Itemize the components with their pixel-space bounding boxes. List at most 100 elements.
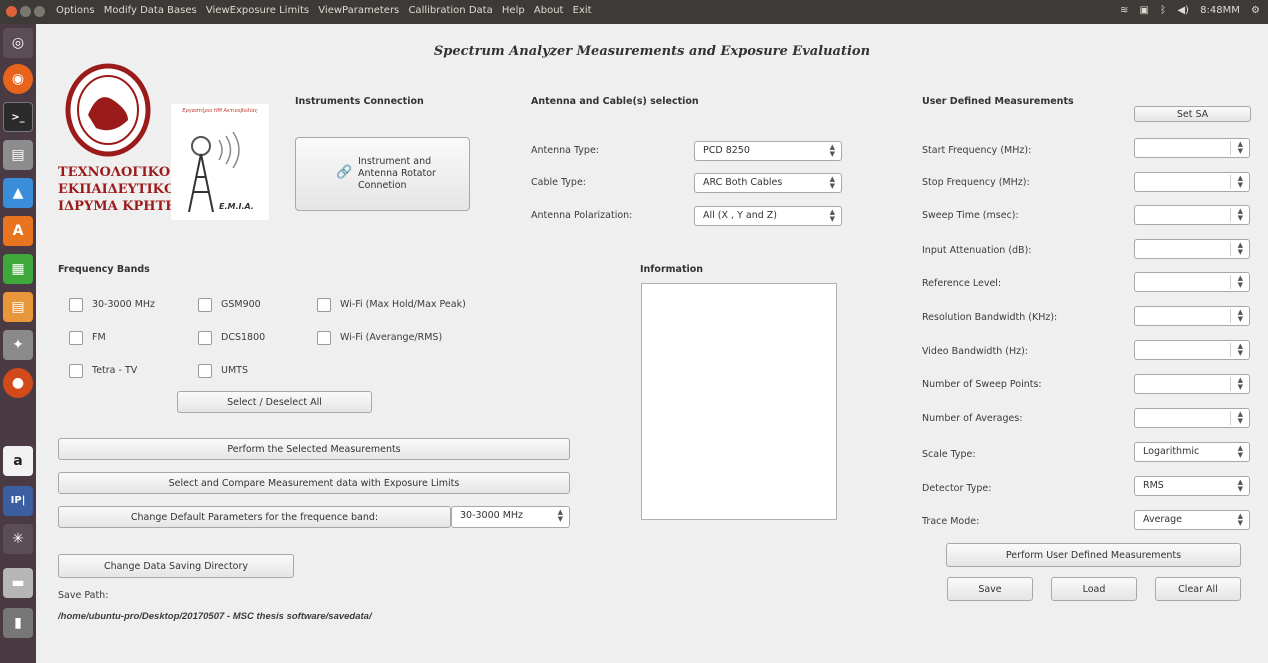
matlab-icon[interactable]: ●	[3, 368, 33, 398]
terminal-icon[interactable]: >_	[3, 102, 33, 132]
cable-type-label: Cable Type:	[531, 177, 587, 188]
institute-logo: ΤΕΧΝΟΛΟΓΙΚΟ ΕΚΠΑΙΔΕΥΤΙΚΟ ΙΔΡΥΜΑ ΚΡΗΤΗΣ	[58, 60, 187, 220]
band-select[interactable]: 30-3000 MHz ▲ ▼	[451, 506, 570, 528]
perform-measurements-button[interactable]: Perform the Selected Measurements	[58, 438, 570, 460]
software-center-icon[interactable]: A	[3, 216, 33, 246]
institute-seal-icon	[65, 63, 151, 157]
lab-logo: Εργαστήριο ΗΜ Ακτινοβολίας Ε.Μ.Ι.Α.	[171, 104, 269, 220]
scale-type-select[interactable]: Logarithmic ▲ ▼	[1134, 442, 1250, 462]
start-frequency-label: Start Frequency (MHz):	[922, 145, 1032, 156]
search-icon[interactable]: ◎	[3, 28, 33, 58]
video-bandwidth-label: Video Bandwidth (Hz):	[922, 346, 1028, 357]
files-icon[interactable]: ▤	[3, 140, 33, 170]
settings-tools-icon[interactable]: ✦	[3, 330, 33, 360]
band-gsm900-label: GSM900	[221, 299, 261, 310]
clock[interactable]: 8:48MM	[1200, 5, 1240, 16]
perform-user-measurements-button[interactable]: Perform User Defined Measurements	[946, 543, 1241, 567]
change-directory-button[interactable]: Change Data Saving Directory	[58, 554, 294, 578]
spin-arrows-icon[interactable]: ▲ ▼	[1238, 175, 1243, 189]
set-sa-button[interactable]: Set SA	[1134, 106, 1251, 122]
menu-view-exposure-limits[interactable]: ViewExposure Limits	[206, 5, 309, 16]
bluetooth-icon[interactable]: ᛒ	[1160, 5, 1166, 16]
usb-icon[interactable]: ▮	[3, 608, 33, 638]
spin-arrows-icon[interactable]: ▲ ▼	[1238, 377, 1243, 391]
trace-mode-select[interactable]: Average ▲ ▼	[1134, 510, 1250, 530]
band-tetra-tv-checkbox[interactable]	[69, 364, 83, 378]
band-gsm900-checkbox[interactable]	[198, 298, 212, 312]
instrument-connection-button[interactable]: 🔗 Instrument and Antenna Rotator Conneti…	[295, 137, 470, 211]
band-umts-label: UMTS	[221, 365, 248, 376]
maximize-window-icon[interactable]	[34, 6, 45, 17]
menu-modify-databases[interactable]: Modify Data Bases	[104, 5, 197, 16]
spin-arrows-icon[interactable]: ▲ ▼	[1238, 411, 1243, 425]
sweep-time-input[interactable]: ▲ ▼	[1134, 205, 1250, 225]
menu-help[interactable]: Help	[502, 5, 525, 16]
detector-type-label: Detector Type:	[922, 483, 992, 494]
band-30-3000-checkbox[interactable]	[69, 298, 83, 312]
spin-arrows-icon: ▲ ▼	[557, 508, 563, 523]
keyboard-icon[interactable]: ▣	[1140, 5, 1149, 16]
antenna-type-select[interactable]: PCD 8250 ▲ ▼	[694, 141, 842, 161]
save-button[interactable]: Save	[947, 577, 1033, 601]
spreadsheet-icon[interactable]: ▦	[3, 254, 33, 284]
sweep-points-input[interactable]: ▲ ▼	[1134, 374, 1250, 394]
clear-all-button[interactable]: Clear All	[1155, 577, 1241, 601]
polarization-label: Antenna Polarization:	[531, 210, 633, 221]
scale-type-label: Scale Type:	[922, 449, 976, 460]
load-button[interactable]: Load	[1051, 577, 1137, 601]
resolution-bandwidth-input[interactable]: ▲ ▼	[1134, 306, 1250, 326]
volume-icon[interactable]: ◀)	[1177, 5, 1189, 16]
menu-view-parameters[interactable]: ViewParameters	[318, 5, 399, 16]
antenna-heading: Antenna and Cable(s) selection	[531, 96, 699, 107]
detector-type-select[interactable]: RMS ▲ ▼	[1134, 476, 1250, 496]
video-bandwidth-input[interactable]: ▲ ▼	[1134, 340, 1250, 360]
spin-arrows-icon[interactable]: ▲ ▼	[1238, 242, 1243, 256]
user-measurements-heading: User Defined Measurements	[922, 96, 1074, 107]
gear-icon[interactable]: ⚙	[1251, 5, 1260, 16]
spin-arrows-icon[interactable]: ▲ ▼	[1238, 343, 1243, 357]
select-deselect-all-button[interactable]: Select / Deselect All	[177, 391, 372, 413]
minimize-window-icon[interactable]	[20, 6, 31, 17]
band-wifi-max-checkbox[interactable]	[317, 298, 331, 312]
stop-frequency-input[interactable]: ▲ ▼	[1134, 172, 1250, 192]
polarization-select[interactable]: All (X , Y and Z) ▲ ▼	[694, 206, 842, 226]
reference-level-input[interactable]: ▲ ▼	[1134, 272, 1250, 292]
band-tetra-tv-label: Tetra - TV	[92, 365, 138, 376]
spin-arrows-icon[interactable]: ▲ ▼	[1238, 309, 1243, 323]
change-defaults-button[interactable]: Change Default Parameters for the freque…	[58, 506, 451, 528]
input-attenuation-input[interactable]: ▲ ▼	[1134, 239, 1250, 259]
spin-arrows-icon[interactable]: ▲ ▼	[1238, 275, 1243, 289]
band-dcs1800-checkbox[interactable]	[198, 331, 212, 345]
wifi-icon[interactable]: ≋	[1120, 5, 1128, 16]
reference-level-label: Reference Level:	[922, 278, 1002, 289]
menu-about[interactable]: About	[534, 5, 564, 16]
spin-arrows-icon: ▲ ▼	[829, 143, 835, 158]
start-frequency-input[interactable]: ▲ ▼	[1134, 138, 1250, 158]
resolution-bandwidth-label: Resolution Bandwidth (KHz):	[922, 312, 1058, 323]
spin-arrows-icon[interactable]: ▲ ▼	[1238, 141, 1243, 155]
menu-options[interactable]: Options	[56, 5, 95, 16]
menu-exit[interactable]: Exit	[573, 5, 592, 16]
band-fm-checkbox[interactable]	[69, 331, 83, 345]
averages-input[interactable]: ▲ ▼	[1134, 408, 1250, 428]
web-icon[interactable]: ✳	[3, 524, 33, 554]
drive-icon[interactable]: ▬	[3, 568, 33, 598]
band-umts-checkbox[interactable]	[198, 364, 212, 378]
amazon-icon[interactable]: a	[3, 446, 33, 476]
presentation-icon[interactable]: ▤	[3, 292, 33, 322]
lab-name: Ε.Μ.Ι.Α.	[219, 202, 254, 211]
band-wifi-avg-checkbox[interactable]	[317, 331, 331, 345]
firefox-icon[interactable]: ◉	[3, 64, 33, 94]
system-menubar: Options Modify Data Bases ViewExposure L…	[0, 0, 1268, 24]
cable-type-select[interactable]: ARC Both Cables ▲ ▼	[694, 173, 842, 193]
antenna-tower-icon	[188, 132, 240, 212]
sweep-time-label: Sweep Time (msec):	[922, 210, 1019, 221]
information-textbox[interactable]	[641, 283, 837, 520]
compare-exposure-button[interactable]: Select and Compare Measurement data with…	[58, 472, 570, 494]
band-fm-label: FM	[92, 332, 106, 343]
close-window-icon[interactable]	[6, 6, 17, 17]
menu-calibration-data[interactable]: Callibration Data	[408, 5, 492, 16]
ipython-icon[interactable]: IP|	[3, 486, 33, 516]
spin-arrows-icon[interactable]: ▲ ▼	[1238, 208, 1243, 222]
image-viewer-icon[interactable]: ▲	[3, 178, 33, 208]
